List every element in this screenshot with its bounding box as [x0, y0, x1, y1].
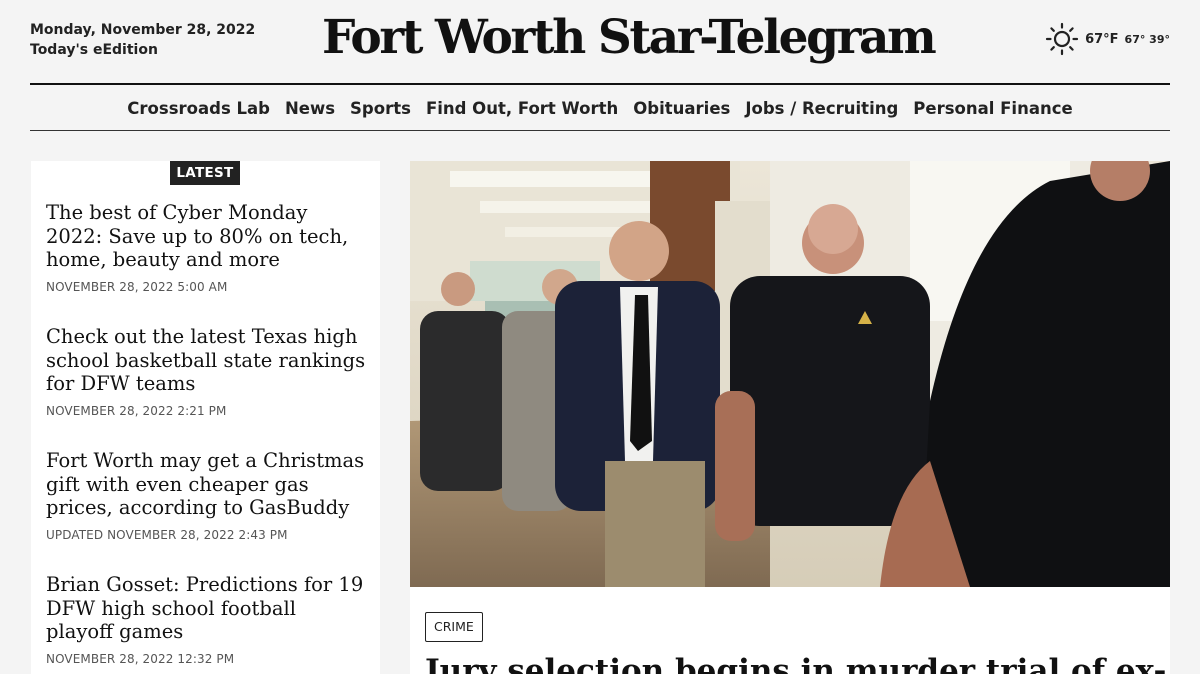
nav-item-sports[interactable]: Sports: [350, 99, 411, 118]
nav-item-crossroads-lab[interactable]: Crossroads Lab: [127, 99, 270, 118]
feature-headline[interactable]: Jury selection begins in murder trial of…: [425, 651, 1165, 674]
date-block: Monday, November 28, 2022 Today's eEditi…: [30, 20, 255, 60]
latest-news-panel: LATEST The best of Cyber Monday 2022: Sa…: [31, 161, 380, 674]
courthouse-hallway-photo: [410, 161, 1170, 587]
story-timestamp: NOVEMBER 28, 2022 12:32 PM: [46, 651, 235, 666]
story-timestamp: UPDATED NOVEMBER 28, 2022 2:43 PM: [46, 527, 288, 542]
story-headline[interactable]: The best of Cyber Monday 2022: Save up t…: [46, 201, 366, 272]
category-tag-crime[interactable]: CRIME: [425, 612, 483, 642]
story-headline[interactable]: Fort Worth may get a Christmas gift with…: [46, 449, 366, 520]
feature-photo[interactable]: [410, 161, 1170, 587]
story-headline[interactable]: Brian Gosset: Predictions for 19 DFW hig…: [46, 573, 366, 644]
main-nav: Crossroads Lab News Sports Find Out, For…: [30, 86, 1170, 130]
nav-item-jobs-recruiting[interactable]: Jobs / Recruiting: [745, 99, 898, 118]
feature-story: CRIME Jury selection begins in murder tr…: [410, 161, 1170, 674]
weather-range: 67° 39°: [1124, 32, 1170, 46]
list-item[interactable]: Fort Worth may get a Christmas gift with…: [46, 449, 366, 542]
nav-item-news[interactable]: News: [285, 99, 335, 118]
weather-temp: 67°F: [1085, 31, 1119, 47]
nav-item-find-out-fort-worth[interactable]: Find Out, Fort Worth: [426, 99, 618, 118]
list-item[interactable]: Brian Gosset: Predictions for 19 DFW hig…: [46, 573, 366, 666]
eedition-link[interactable]: Today's eEdition: [30, 40, 255, 60]
header-divider: [30, 83, 1170, 85]
sun-icon: [1045, 22, 1079, 56]
list-item[interactable]: The best of Cyber Monday 2022: Save up t…: [46, 201, 366, 294]
nav-item-personal-finance[interactable]: Personal Finance: [913, 99, 1072, 118]
list-item[interactable]: Check out the latest Texas high school b…: [46, 325, 366, 418]
current-date: Monday, November 28, 2022: [30, 22, 256, 38]
story-headline[interactable]: Check out the latest Texas high school b…: [46, 325, 366, 396]
site-logo[interactable]: Fort Worth Star-Telegram: [322, 6, 937, 70]
weather-widget[interactable]: 67°F 67° 39°: [1045, 22, 1170, 56]
nav-divider: [30, 130, 1170, 131]
nav-item-obituaries[interactable]: Obituaries: [633, 99, 730, 118]
site-header: Monday, November 28, 2022 Today's eEditi…: [30, 0, 1170, 84]
story-timestamp: NOVEMBER 28, 2022 5:00 AM: [46, 279, 228, 294]
latest-badge: LATEST: [170, 161, 240, 185]
story-timestamp: NOVEMBER 28, 2022 2:21 PM: [46, 403, 227, 418]
